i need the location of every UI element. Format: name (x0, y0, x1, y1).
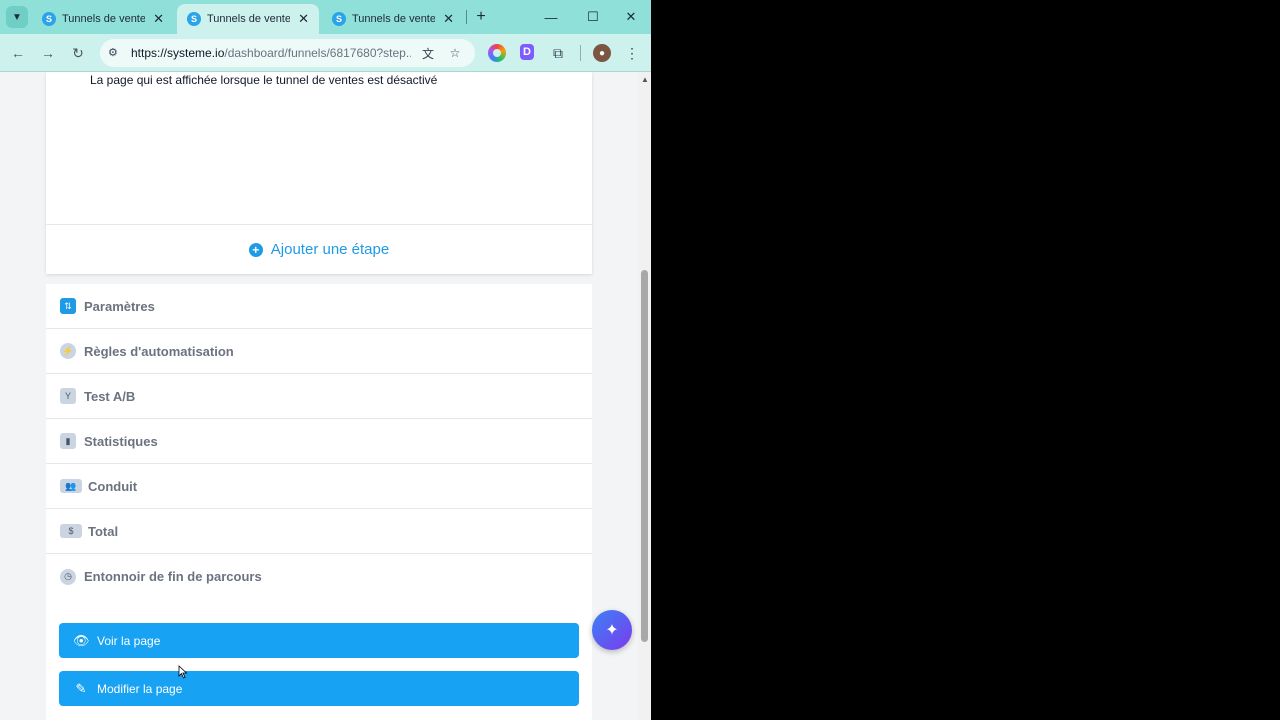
plus-circle-icon: + (248, 242, 263, 257)
chevron-down-icon: ▼ (12, 11, 22, 23)
settings-item-end-funnel[interactable]: ◷ Entonnoir de fin de parcours (46, 554, 592, 599)
back-button[interactable]: ← (8, 43, 28, 63)
ai-assistant-button[interactable]: ✦ (592, 610, 632, 650)
step-settings-panel: ⇅ Paramètres ⚡ Règles d'automatisation Y… (46, 284, 592, 720)
toolbar-separator (580, 45, 581, 61)
avatar[interactable]: ● (593, 44, 611, 62)
systeme-favicon-icon: S (42, 12, 56, 26)
sparkle-icon: ✦ (605, 622, 619, 639)
settings-item-label: Statistiques (84, 433, 158, 449)
translate-icon[interactable]: 文 (420, 45, 436, 61)
users-icon: 👥 (60, 479, 82, 493)
new-tab-button[interactable]: + (472, 6, 490, 28)
settings-item-parametres[interactable]: ⇅ Paramètres (46, 284, 592, 329)
settings-item-ab-test[interactable]: Y Test A/B (46, 374, 592, 419)
browser-toolbar: ← → ↻ ⚙ https://systeme.io/dashboard/fun… (0, 34, 651, 72)
edit-page-label: Modifier la page (97, 681, 183, 696)
url-path: /dashboard/funnels/6817680?step... (224, 46, 411, 60)
close-icon[interactable]: ✕ (443, 11, 454, 27)
settings-item-label: Entonnoir de fin de parcours (84, 569, 262, 584)
settings-item-automation-rules[interactable]: ⚡ Règles d'automatisation (46, 329, 592, 374)
page-content: La page qui est affichée lorsque le tunn… (0, 72, 638, 720)
systeme-favicon-icon: S (187, 12, 201, 26)
settings-item-label: Règles d'automatisation (84, 343, 234, 359)
systeme-favicon-icon: S (332, 12, 346, 26)
star-icon[interactable]: ☆ (447, 45, 463, 61)
back-arrow-icon: ← (11, 45, 25, 61)
step-description: La page qui est affichée lorsque le tunn… (90, 73, 438, 87)
address-bar[interactable]: ⚙ https://systeme.io/dashboard/funnels/6… (100, 39, 475, 67)
minimize-icon: — (544, 9, 558, 25)
bar-chart-icon: ▮ (60, 433, 76, 449)
puzzle-icon[interactable]: ⧉ (549, 44, 567, 62)
tab-search-button[interactable]: ▼ (6, 6, 28, 28)
clock-icon: ◷ (60, 568, 76, 585)
scrollbar-thumb[interactable] (641, 270, 648, 642)
add-step-label: Ajouter une étape (270, 241, 390, 258)
settings-item-statistics[interactable]: ▮ Statistiques (46, 419, 592, 464)
lightning-icon: ⚡ (60, 343, 76, 359)
forward-arrow-icon: → (41, 45, 55, 61)
scroll-up-arrow-icon[interactable]: ▲ (641, 75, 649, 84)
extension-d-icon[interactable]: D (520, 44, 534, 60)
mouse-cursor-icon (178, 665, 188, 679)
plus-icon: + (476, 8, 486, 25)
tab-3[interactable]: S Tunnels de vente ✕ (322, 4, 464, 34)
extension-color-icon[interactable] (488, 44, 506, 62)
site-settings-icon[interactable]: ⚙ (108, 46, 122, 60)
split-icon: Y (60, 388, 76, 404)
settings-item-label: Paramètres (84, 298, 155, 314)
tab-title: Tunnels de vente (62, 13, 146, 25)
view-page-label: Voir la page (97, 633, 161, 648)
kebab-menu-icon[interactable]: ⋮ (623, 44, 641, 62)
maximize-button[interactable]: ☐ (583, 6, 603, 28)
edit-icon: ✎ (75, 680, 87, 696)
close-icon[interactable]: ✕ (298, 11, 309, 27)
settings-item-label: Test A/B (84, 388, 136, 404)
settings-item-label: Conduit (88, 478, 138, 494)
add-step-button[interactable]: + Ajouter une étape (46, 225, 592, 274)
browser-window: ▼ S Tunnels de vente ✕ S Tunnels de vent… (0, 0, 651, 720)
settings-item-conduit[interactable]: 👥 Conduit (46, 464, 592, 509)
minimize-button[interactable]: — (541, 6, 561, 28)
forward-button[interactable]: → (38, 43, 58, 63)
url-host: https://systeme.io (131, 46, 225, 60)
close-icon: ✕ (625, 9, 637, 24)
page-scrollbar[interactable]: ▲ (638, 72, 651, 720)
tab-title: Tunnels de vente (207, 13, 291, 25)
tab-1[interactable]: S Tunnels de vente ✕ (32, 4, 174, 34)
tab-title: Tunnels de vente (352, 13, 436, 25)
funnel-step-card: La page qui est affichée lorsque le tunn… (46, 72, 592, 274)
settings-item-total[interactable]: $ Total (46, 509, 592, 554)
reload-icon: ↻ (72, 44, 84, 61)
tab-strip: ▼ S Tunnels de vente ✕ S Tunnels de vent… (0, 0, 651, 34)
reload-button[interactable]: ↻ (68, 43, 88, 63)
eye-icon: 👁 (73, 632, 90, 648)
view-page-button[interactable]: 👁 Voir la page (59, 623, 579, 658)
tab-2[interactable]: S Tunnels de vente ✕ (177, 4, 319, 34)
sliders-icon: ⇅ (60, 298, 76, 314)
edit-page-button[interactable]: ✎ Modifier la page (59, 671, 579, 706)
settings-item-label: Total (88, 523, 119, 539)
close-window-button[interactable]: ✕ (621, 6, 641, 28)
close-icon[interactable]: ✕ (153, 11, 164, 27)
maximize-icon: ☐ (587, 9, 599, 24)
dollar-icon: $ (60, 524, 82, 538)
url-text[interactable]: https://systeme.io/dashboard/funnels/681… (131, 46, 411, 60)
tab-separator (466, 10, 467, 24)
